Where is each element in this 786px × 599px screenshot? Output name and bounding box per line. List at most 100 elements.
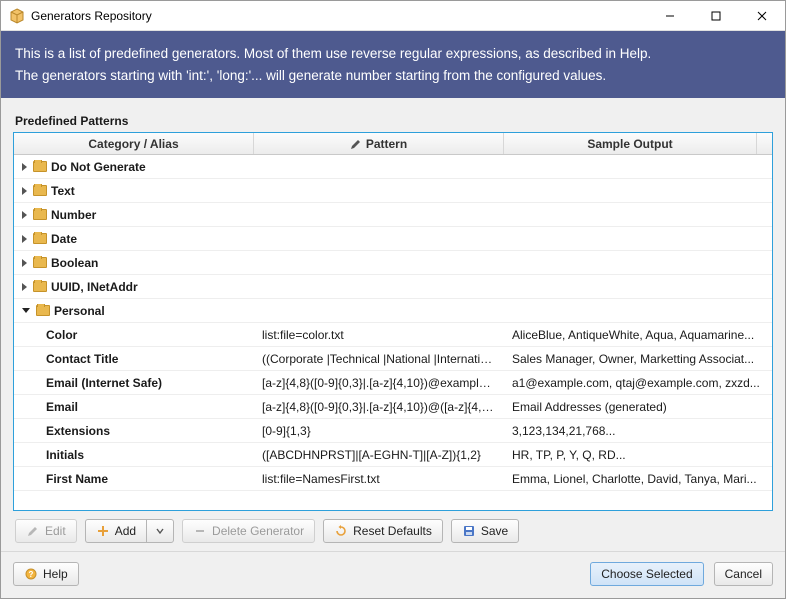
table-row[interactable]: Extensions [0-9]{1,3}3,123,134,21,768... bbox=[14, 419, 772, 443]
titlebar: Generators Repository bbox=[1, 1, 785, 31]
add-button[interactable]: Add bbox=[85, 519, 146, 543]
expand-icon[interactable] bbox=[22, 211, 27, 219]
section-label: Predefined Patterns bbox=[15, 114, 773, 128]
add-dropdown-button[interactable] bbox=[146, 519, 174, 543]
col-header-pattern-label: Pattern bbox=[366, 137, 407, 151]
help-button[interactable]: ? Help bbox=[13, 562, 79, 586]
sample-cell: 3,123,134,21,768... bbox=[504, 424, 772, 438]
spacer bbox=[89, 562, 581, 586]
col-header-sample[interactable]: Sample Output bbox=[504, 133, 756, 154]
folder-icon bbox=[33, 257, 47, 268]
pattern-cell: [a-z]{4,8}([0-9]{0,3}|.[a-z]{4,10})@([a-… bbox=[254, 400, 504, 414]
sample-cell: Emma, Lionel, Charlotte, David, Tanya, M… bbox=[504, 472, 772, 486]
pattern-cell: ((Corporate |Technical |National |Intern… bbox=[254, 352, 504, 366]
plus-icon bbox=[96, 524, 110, 538]
expand-icon[interactable] bbox=[22, 187, 27, 195]
reset-label: Reset Defaults bbox=[353, 524, 432, 538]
sample-cell: a1@example.com, qtaj@example.com, zxzd..… bbox=[504, 376, 772, 390]
window-title: Generators Repository bbox=[31, 9, 647, 23]
alias-label: Email (Internet Safe) bbox=[46, 376, 162, 390]
category-row[interactable]: Boolean bbox=[14, 251, 772, 275]
table-row[interactable]: Initials ([ABCDHNPRST]|[A-EGHN-T]|[A-Z]){… bbox=[14, 443, 772, 467]
content-area: Predefined Patterns Category / Alias Pat… bbox=[1, 98, 785, 551]
expand-icon[interactable] bbox=[22, 283, 27, 291]
category-row[interactable]: Do Not Generate bbox=[14, 155, 772, 179]
category-row[interactable]: Number bbox=[14, 203, 772, 227]
pattern-cell: [a-z]{4,8}([0-9]{0,3}|.[a-z]{4,10})@exam… bbox=[254, 376, 504, 390]
folder-icon bbox=[36, 305, 50, 316]
banner-line1: This is a list of predefined generators.… bbox=[15, 43, 771, 65]
add-label: Add bbox=[115, 524, 136, 538]
save-label: Save bbox=[481, 524, 508, 538]
alias-label: Extensions bbox=[46, 424, 110, 438]
category-label: Do Not Generate bbox=[51, 160, 146, 174]
reset-button[interactable]: Reset Defaults bbox=[323, 519, 443, 543]
refresh-icon bbox=[334, 524, 348, 538]
category-row[interactable]: Text bbox=[14, 179, 772, 203]
category-label: Date bbox=[51, 232, 77, 246]
edit-button[interactable]: Edit bbox=[15, 519, 77, 543]
alias-label: Contact Title bbox=[46, 352, 118, 366]
svg-text:?: ? bbox=[29, 570, 34, 579]
cancel-label: Cancel bbox=[725, 567, 762, 581]
expand-icon[interactable] bbox=[22, 163, 27, 171]
save-button[interactable]: Save bbox=[451, 519, 519, 543]
help-label: Help bbox=[43, 567, 68, 581]
scroll-gutter bbox=[756, 133, 772, 154]
save-icon bbox=[462, 524, 476, 538]
category-label: Boolean bbox=[51, 256, 98, 270]
pattern-cell: [0-9]{1,3} bbox=[254, 424, 504, 438]
choose-label: Choose Selected bbox=[601, 567, 692, 581]
toolbar: Edit Add Delete Generator Reset Defaults… bbox=[13, 511, 773, 551]
expand-icon[interactable] bbox=[22, 259, 27, 267]
category-row[interactable]: Personal bbox=[14, 299, 772, 323]
sample-cell: HR, TP, P, Y, Q, RD... bbox=[504, 448, 772, 462]
choose-selected-button[interactable]: Choose Selected bbox=[590, 562, 703, 586]
maximize-button[interactable] bbox=[693, 1, 739, 31]
pattern-cell: ([ABCDHNPRST]|[A-EGHN-T]|[A-Z]){1,2} bbox=[254, 448, 504, 462]
table-body[interactable]: Do Not Generate Text Number Date Boolean… bbox=[14, 155, 772, 510]
add-button-group: Add bbox=[85, 519, 174, 543]
sample-cell: AliceBlue, AntiqueWhite, Aqua, Aquamarin… bbox=[504, 328, 772, 342]
category-row[interactable]: Date bbox=[14, 227, 772, 251]
alias-label: First Name bbox=[46, 472, 108, 486]
pattern-cell: list:file=color.txt bbox=[254, 328, 504, 342]
alias-label: Color bbox=[46, 328, 77, 342]
pencil-icon bbox=[26, 524, 40, 538]
folder-icon bbox=[33, 233, 47, 244]
edit-label: Edit bbox=[45, 524, 66, 538]
edit-icon bbox=[350, 138, 362, 150]
col-header-pattern[interactable]: Pattern bbox=[254, 133, 504, 154]
delete-button[interactable]: Delete Generator bbox=[182, 519, 315, 543]
pattern-cell: list:file=NamesFirst.txt bbox=[254, 472, 504, 486]
table-header: Category / Alias Pattern Sample Output bbox=[14, 133, 772, 155]
table-row[interactable]: First Name list:file=NamesFirst.txtEmma, … bbox=[14, 467, 772, 491]
help-icon: ? bbox=[24, 567, 38, 581]
collapse-icon[interactable] bbox=[22, 308, 30, 313]
banner-line2: The generators starting with 'int:', 'lo… bbox=[15, 65, 771, 87]
table-row[interactable]: Email [a-z]{4,8}([0-9]{0,3}|.[a-z]{4,10})… bbox=[14, 395, 772, 419]
minimize-button[interactable] bbox=[647, 1, 693, 31]
cancel-button[interactable]: Cancel bbox=[714, 562, 773, 586]
category-row[interactable]: UUID, INetAddr bbox=[14, 275, 772, 299]
sample-cell: Sales Manager, Owner, Marketting Associa… bbox=[504, 352, 772, 366]
alias-label: Email bbox=[46, 400, 78, 414]
app-icon bbox=[9, 8, 25, 24]
category-label: Personal bbox=[54, 304, 105, 318]
table-row[interactable]: Email (Internet Safe) [a-z]{4,8}([0-9]{0,… bbox=[14, 371, 772, 395]
table-row[interactable]: Color list:file=color.txtAliceBlue, Antiq… bbox=[14, 323, 772, 347]
folder-icon bbox=[33, 185, 47, 196]
col-header-category[interactable]: Category / Alias bbox=[14, 133, 254, 154]
expand-icon[interactable] bbox=[22, 235, 27, 243]
sample-cell: Email Addresses (generated) bbox=[504, 400, 772, 414]
info-banner: This is a list of predefined generators.… bbox=[1, 31, 785, 98]
chevron-down-icon bbox=[153, 524, 167, 538]
delete-label: Delete Generator bbox=[212, 524, 304, 538]
dialog-footer: ? Help Choose Selected Cancel bbox=[1, 551, 785, 598]
folder-icon bbox=[33, 281, 47, 292]
folder-icon bbox=[33, 209, 47, 220]
category-label: Number bbox=[51, 208, 96, 222]
close-button[interactable] bbox=[739, 1, 785, 31]
alias-label: Initials bbox=[46, 448, 84, 462]
table-row[interactable]: Contact Title ((Corporate |Technical |Nat… bbox=[14, 347, 772, 371]
